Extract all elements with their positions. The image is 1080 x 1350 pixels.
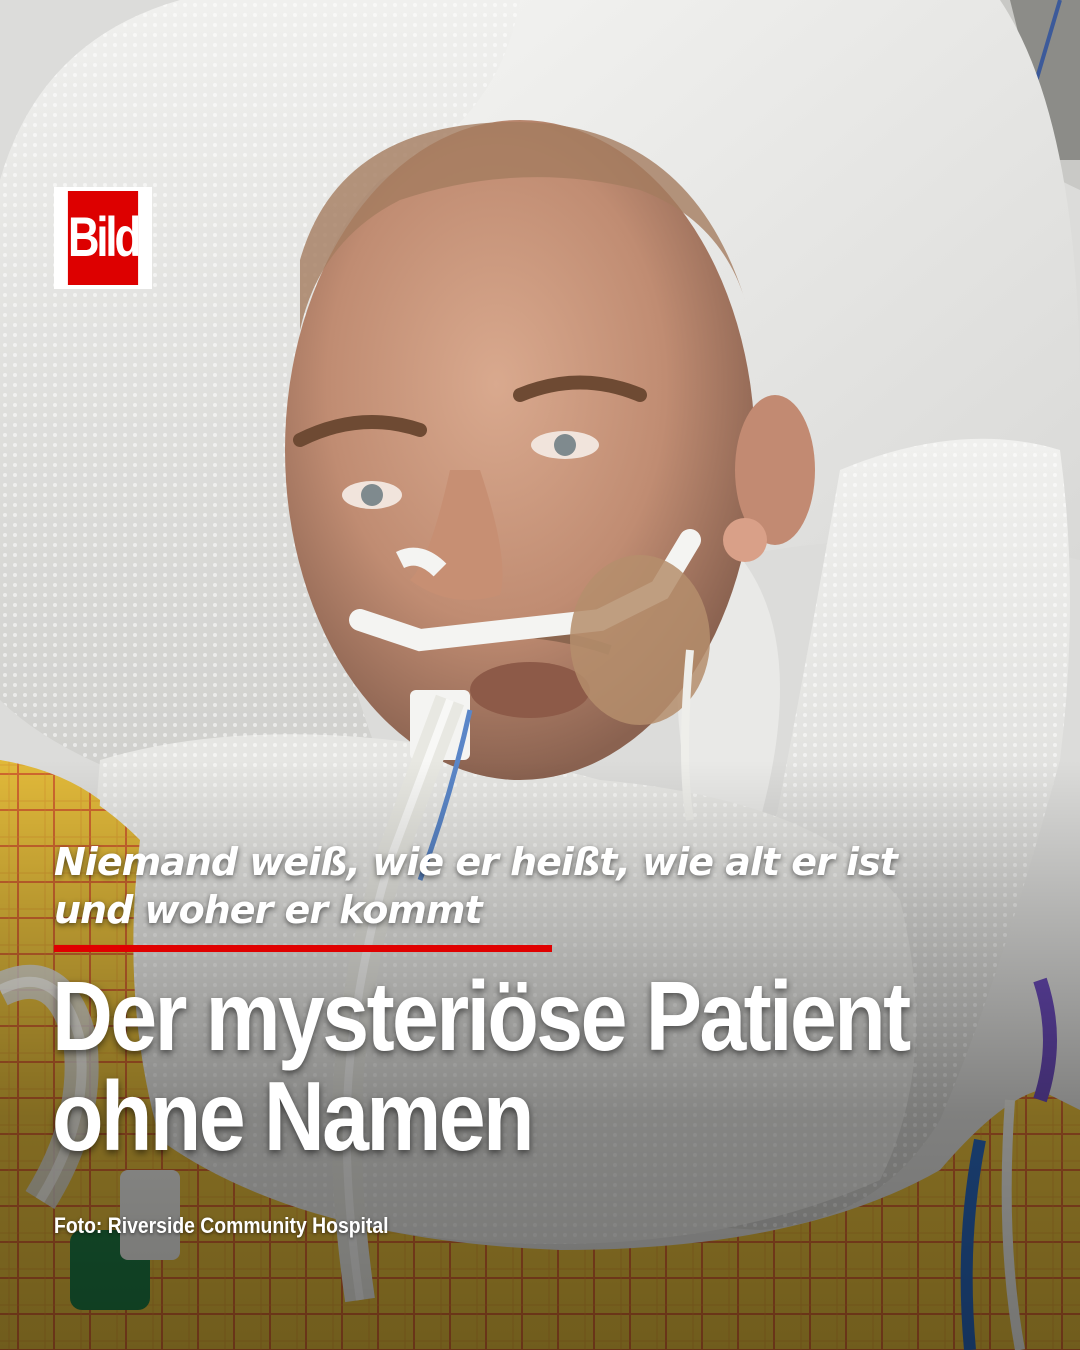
bild-logo-text: Bild [67, 191, 141, 285]
news-teaser-card: Bild Niemand weiß, wie er heißt, wie alt… [0, 0, 1080, 1350]
photo-credit: Foto: Riverside Community Hospital [54, 1213, 389, 1238]
bild-logo: Bild [54, 187, 152, 289]
headline: Der mysteriöse Patient ohne Namen [52, 961, 911, 1171]
red-divider [54, 945, 552, 952]
kicker-text: Niemand weiß, wie er heißt, wie alt er i… [54, 840, 898, 932]
